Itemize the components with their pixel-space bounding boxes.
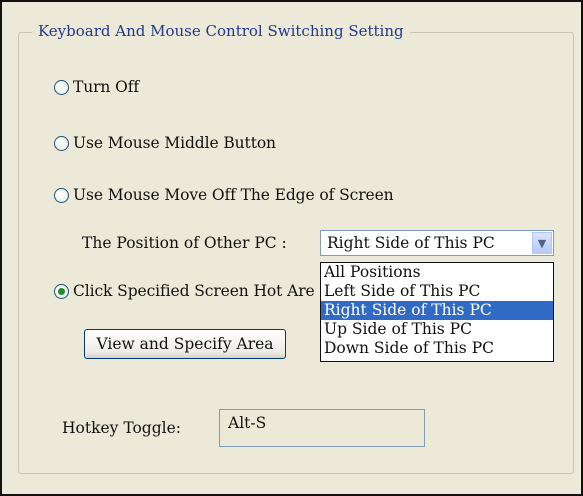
position-dropdown-list: All Positions Left Side of This PC Right… xyxy=(320,262,554,362)
position-select-value: Right Side of This PC xyxy=(327,234,495,252)
hotkey-value: Alt-S xyxy=(228,414,267,432)
radio-move-off-edge[interactable]: Use Mouse Move Off The Edge of Screen xyxy=(54,186,394,204)
radio-circle-icon[interactable] xyxy=(54,187,69,203)
dropdown-option-down[interactable]: Down Side of This PC xyxy=(321,339,553,358)
radio-hot-area-label: Click Specified Screen Hot Are xyxy=(73,282,315,300)
dropdown-option-left[interactable]: Left Side of This PC xyxy=(321,282,553,301)
hotkey-field[interactable]: Alt-S xyxy=(219,409,425,447)
position-select[interactable]: Right Side of This PC ▼ xyxy=(320,230,554,256)
radio-turn-off[interactable]: Turn Off xyxy=(54,78,139,96)
radio-circle-icon[interactable] xyxy=(54,283,69,299)
radio-turn-off-label: Turn Off xyxy=(73,78,140,96)
radio-move-off-edge-label: Use Mouse Move Off The Edge of Screen xyxy=(73,186,394,204)
chevron-down-icon[interactable]: ▼ xyxy=(532,232,552,254)
view-specify-area-button[interactable]: View and Specify Area xyxy=(84,329,286,359)
group-title: Keyboard And Mouse Control Switching Set… xyxy=(32,22,410,40)
radio-selected-dot-icon xyxy=(58,287,65,295)
radio-middle-button-label: Use Mouse Middle Button xyxy=(73,134,276,152)
dropdown-option-up[interactable]: Up Side of This PC xyxy=(321,320,553,339)
dropdown-option-all[interactable]: All Positions xyxy=(321,263,553,282)
settings-window: Keyboard And Mouse Control Switching Set… xyxy=(0,0,583,496)
radio-circle-icon[interactable] xyxy=(54,135,69,151)
radio-circle-icon[interactable] xyxy=(54,79,69,95)
position-label: The Position of Other PC : xyxy=(82,234,287,252)
radio-middle-button[interactable]: Use Mouse Middle Button xyxy=(54,134,276,152)
hotkey-label: Hotkey Toggle: xyxy=(62,419,181,437)
dropdown-option-right[interactable]: Right Side of This PC xyxy=(321,301,553,320)
radio-hot-area[interactable]: Click Specified Screen Hot Are xyxy=(54,282,315,300)
